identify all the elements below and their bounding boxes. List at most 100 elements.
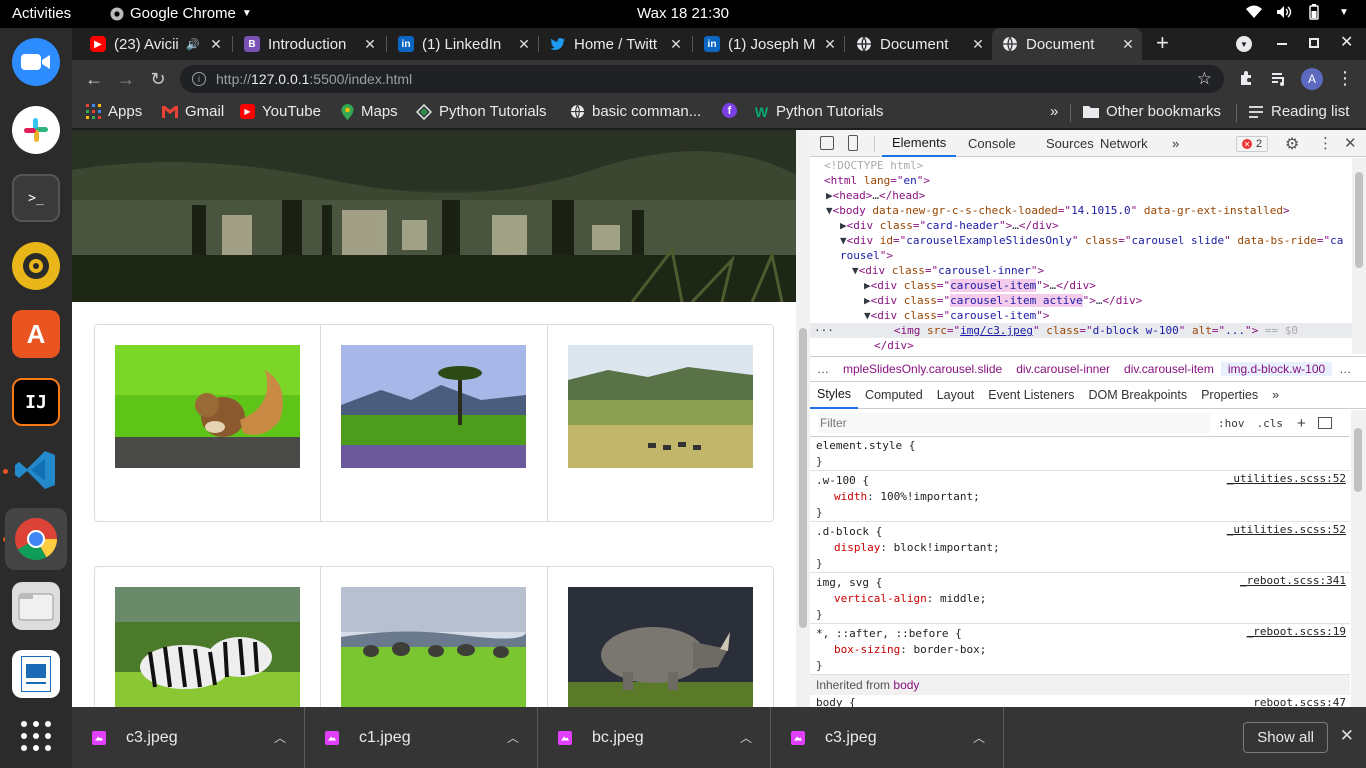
profile-avatar[interactable]: A: [1301, 68, 1323, 90]
rule-source-link[interactable]: _reboot.scss:341: [1240, 573, 1346, 589]
terminal-launcher[interactable]: >_: [12, 174, 60, 222]
style-rule[interactable]: _utilities.scss:52 .d-block { display: b…: [810, 522, 1350, 573]
subtab-dom-breakpoints[interactable]: DOM Breakpoints: [1081, 382, 1194, 409]
tab-close-button[interactable]: ✕: [208, 36, 224, 53]
dom-line[interactable]: <html lang="en">: [810, 173, 1352, 188]
forward-button[interactable]: →: [114, 67, 138, 91]
rhino-photo[interactable]: [568, 587, 753, 707]
tab-linkedin[interactable]: in (1) LinkedIn ✕: [388, 28, 538, 60]
back-button[interactable]: ←: [82, 67, 106, 91]
error-badge[interactable]: ✕ 2: [1236, 136, 1269, 152]
close-downloads-bar-icon[interactable]: ✕: [1340, 726, 1354, 746]
zoom-launcher[interactable]: [12, 38, 60, 86]
zebras-photo[interactable]: [115, 587, 300, 707]
tab-close-button[interactable]: ✕: [1120, 36, 1136, 53]
ubuntu-software-launcher[interactable]: A: [12, 310, 60, 358]
rule-source-link[interactable]: _utilities.scss:52: [1227, 471, 1346, 487]
bookmark-gmail[interactable]: Gmail: [162, 103, 224, 120]
breadcrumb-item[interactable]: div.carousel-inner: [1009, 362, 1117, 376]
more-tabs-button[interactable]: »: [1162, 130, 1189, 157]
plains-zebras-photo[interactable]: [568, 345, 753, 468]
breadcrumb-item[interactable]: mpleSlidesOnly.carousel.slide: [836, 362, 1009, 376]
dom-line[interactable]: ▼<div id="carouselExampleSlidesOnly" cla…: [810, 233, 1352, 248]
rule-property[interactable]: box-sizing: border-box;: [816, 642, 1344, 658]
new-tab-button[interactable]: +: [1156, 32, 1169, 54]
cls-toggle[interactable]: .cls: [1257, 417, 1284, 430]
impress-launcher[interactable]: [12, 650, 60, 698]
tab-search-button[interactable]: ▼: [1236, 36, 1252, 52]
styles-scrollbar[interactable]: [1351, 410, 1366, 707]
system-tray[interactable]: ▼: [1246, 4, 1352, 20]
tab-introduction[interactable]: B Introduction ✕: [234, 28, 384, 60]
close-devtools-icon[interactable]: ✕: [1344, 134, 1357, 152]
slack-launcher[interactable]: [12, 106, 60, 154]
rhythmbox-launcher[interactable]: [12, 242, 60, 290]
download-item[interactable]: c3.jpeg ︿: [72, 707, 305, 768]
style-rule[interactable]: _reboot.scss:341 img, svg { vertical-ali…: [810, 573, 1350, 624]
bookmark-basic-commands[interactable]: basic comman...: [570, 103, 701, 120]
tab-avicii[interactable]: ▶ (23) Avicii 🔊 ✕: [80, 28, 230, 60]
breadcrumb-item[interactable]: …: [810, 362, 836, 376]
rule-source-link[interactable]: _utilities.scss:52: [1227, 522, 1346, 538]
inherited-from-link[interactable]: body: [893, 678, 919, 692]
bookmark-maps[interactable]: Maps: [341, 103, 398, 120]
tab-close-button[interactable]: ✕: [362, 36, 378, 53]
acacia-lake-photo[interactable]: [341, 345, 526, 468]
dom-line[interactable]: ▶<div class="carousel-item">…</div>: [810, 278, 1352, 293]
rule-property[interactable]: display: block!important;: [816, 540, 1344, 556]
extensions-button[interactable]: [1238, 70, 1256, 88]
subtab-event-listeners[interactable]: Event Listeners: [981, 382, 1081, 409]
dom-line[interactable]: ▶<head>…</head>: [810, 188, 1352, 203]
new-rule-button[interactable]: +: [1297, 415, 1306, 432]
chevron-up-icon[interactable]: ︿: [973, 729, 985, 746]
intellij-launcher[interactable]: IJ: [12, 378, 60, 426]
scrollbar-thumb[interactable]: [1355, 172, 1363, 268]
download-item[interactable]: c3.jpeg ︿: [771, 707, 1004, 768]
media-controls-button[interactable]: [1270, 70, 1288, 88]
dom-line-selected[interactable]: ··· <img src="img/c3.jpeg" class="d-block…: [810, 323, 1352, 338]
tab-close-button[interactable]: ✕: [516, 36, 532, 53]
dom-line[interactable]: ▼<div class="carousel-item">: [810, 308, 1352, 323]
rule-source-link[interactable]: _reboot.scss:19: [1247, 624, 1346, 640]
subtab-computed[interactable]: Computed: [858, 382, 930, 409]
show-applications-button[interactable]: [12, 712, 60, 760]
bookmarks-overflow-button[interactable]: »: [1050, 103, 1058, 120]
show-all-downloads-button[interactable]: Show all: [1243, 722, 1328, 753]
bookmark-facebook[interactable]: f: [722, 103, 737, 118]
dom-line[interactable]: <!DOCTYPE html>: [810, 158, 1352, 173]
inspect-element-icon[interactable]: [820, 136, 834, 150]
dom-line[interactable]: </div>: [810, 338, 1352, 353]
address-bar[interactable]: i http://127.0.0.1:5500/index.html ☆: [180, 65, 1224, 93]
dom-line[interactable]: ▼<body data-new-gr-c-s-check-loaded="14.…: [810, 203, 1352, 218]
download-item[interactable]: c1.jpeg ︿: [305, 707, 538, 768]
breadcrumb-item[interactable]: div.carousel-item: [1117, 362, 1221, 376]
tab-document-active[interactable]: Document ✕: [992, 28, 1142, 60]
dom-scrollbar[interactable]: [1352, 158, 1366, 354]
other-bookmarks[interactable]: Other bookmarks: [1083, 103, 1221, 120]
style-rule[interactable]: _utilities.scss:52 .w-100 { width: 100%!…: [810, 471, 1350, 522]
dom-line[interactable]: ▼<div class="carousel-inner">: [810, 263, 1352, 278]
style-rule[interactable]: _reboot.scss:47 body {: [810, 695, 1350, 707]
bookmark-youtube[interactable]: ▶ YouTube: [240, 103, 321, 120]
page-scrollbar[interactable]: [796, 130, 810, 707]
files-launcher[interactable]: [12, 582, 60, 630]
hov-toggle[interactable]: :hov: [1218, 417, 1245, 430]
tab-console[interactable]: Console: [958, 130, 1026, 157]
scrollbar-thumb[interactable]: [799, 328, 807, 628]
rule-source-link[interactable]: _reboot.scss:47: [1247, 695, 1346, 707]
chevron-up-icon[interactable]: ︿: [740, 729, 752, 746]
rule-property[interactable]: width: 100%!important;: [816, 489, 1344, 505]
breadcrumb-item[interactable]: …: [1332, 362, 1358, 376]
close-window-button[interactable]: ✕: [1340, 32, 1353, 52]
bookmark-apps[interactable]: Apps: [86, 103, 142, 120]
settings-gear-icon[interactable]: ⚙: [1285, 134, 1299, 154]
minimize-button[interactable]: [1277, 43, 1287, 45]
chrome-menu-button[interactable]: ⋮: [1336, 67, 1354, 89]
tab-twitter[interactable]: Home / Twitt ✕: [540, 28, 690, 60]
elephants-photo[interactable]: [341, 587, 526, 707]
tab-document[interactable]: Document ✕: [846, 28, 992, 60]
squirrel-photo[interactable]: [115, 345, 300, 468]
chevron-up-icon[interactable]: ︿: [507, 729, 519, 746]
dom-tree[interactable]: <!DOCTYPE html> <html lang="en"> ▶<head>…: [810, 158, 1352, 354]
app-menu[interactable]: Google Chrome ▼: [110, 5, 252, 22]
